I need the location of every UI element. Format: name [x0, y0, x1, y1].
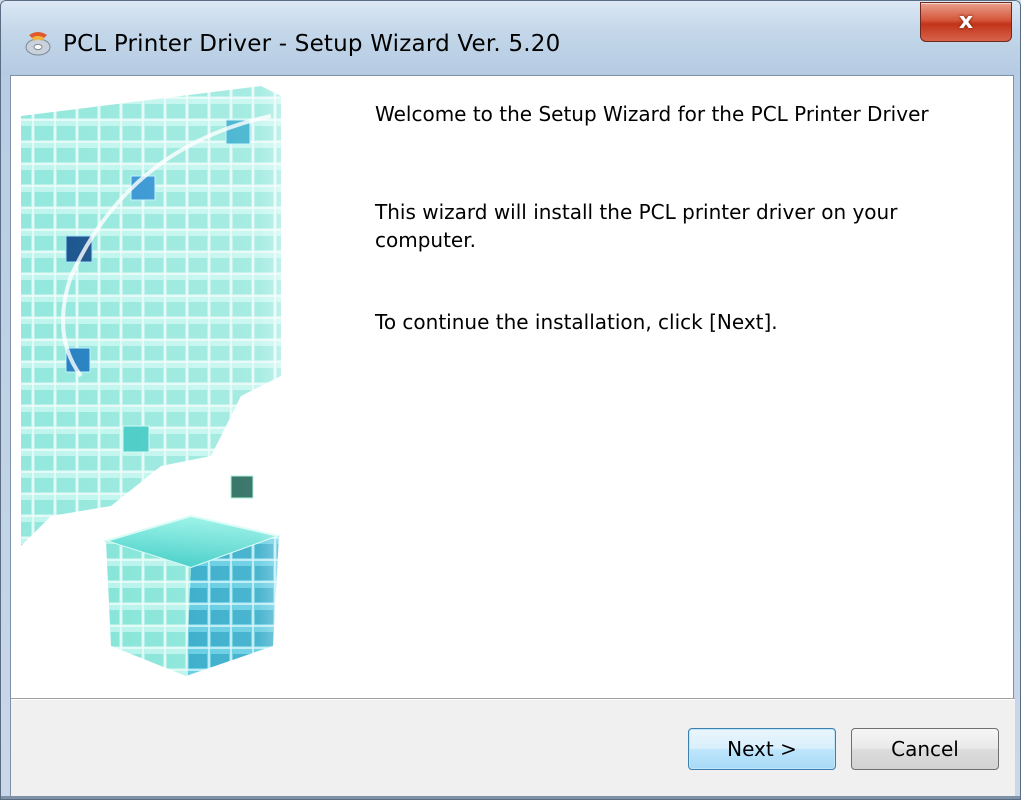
close-button[interactable]: x	[920, 2, 1012, 42]
continue-instruction: To continue the installation, click [Nex…	[375, 310, 778, 334]
banner-image	[11, 76, 341, 698]
button-bar: Next > Cancel	[11, 700, 1015, 799]
title-bar[interactable]: PCL Printer Driver - Setup Wizard Ver. 5…	[1, 1, 1020, 75]
cube-graphic	[11, 76, 341, 698]
wizard-client-area: Welcome to the Setup Wizard for the PCL …	[10, 75, 1015, 799]
cancel-button[interactable]: Cancel	[851, 728, 999, 770]
window-title: PCL Printer Driver - Setup Wizard Ver. 5…	[63, 31, 561, 57]
welcome-heading: Welcome to the Setup Wizard for the PCL …	[375, 102, 929, 126]
window-bottom-edge	[1, 796, 1020, 799]
close-icon: x	[958, 9, 974, 34]
wizard-description: This wizard will install the PCL printer…	[375, 200, 898, 252]
setup-disc-icon	[25, 32, 51, 56]
next-button[interactable]: Next >	[688, 728, 836, 770]
setup-wizard-window: PCL Printer Driver - Setup Wizard Ver. 5…	[0, 0, 1021, 800]
